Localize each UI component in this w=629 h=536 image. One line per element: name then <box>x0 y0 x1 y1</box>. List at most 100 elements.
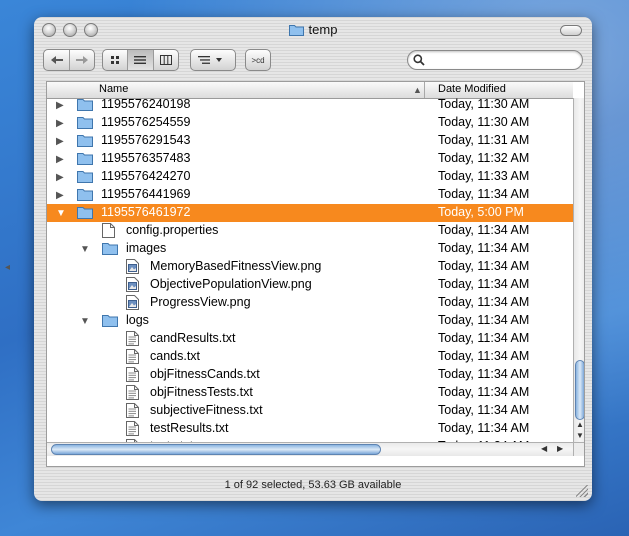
scroll-left-arrow-icon[interactable]: ◀ <box>541 444 547 453</box>
file-row[interactable]: objFitnessCands.txt Today, 11:34 AM <box>47 366 573 384</box>
column-view-button[interactable] <box>154 50 178 70</box>
folder-icon <box>77 98 93 114</box>
folder-row[interactable]: ▼ images Today, 11:34 AM <box>47 240 573 258</box>
file-list: Name ▲ Date Modified ▶ 1195576240198 Today… <box>46 81 585 467</box>
toolbar: >cd <box>34 45 592 81</box>
folder-row[interactable]: ▼ logs Today, 11:34 AM <box>47 312 573 330</box>
file-rows: ▶ 1195576240198 Today, 11:30 AM ▶ 1195576254… <box>47 98 573 442</box>
back-forward-control <box>43 49 95 71</box>
search-field[interactable] <box>407 50 583 70</box>
column-divider[interactable] <box>424 82 425 98</box>
terminal-cd-label: >cd <box>251 55 265 65</box>
file-row[interactable]: cands.txt Today, 11:34 AM <box>47 348 573 366</box>
folder-icon <box>77 133 93 150</box>
item-date-modified: Today, 11:32 AM <box>438 151 530 165</box>
folder-row[interactable]: ▶ 1195576254559 Today, 11:30 AM <box>47 114 573 132</box>
window-edge-handle-icon: ◂ <box>5 262 11 273</box>
search-icon <box>413 54 425 66</box>
file-row[interactable]: candResults.txt Today, 11:34 AM <box>47 330 573 348</box>
disclosure-expanded-icon[interactable]: ▼ <box>80 316 90 327</box>
disclosure-collapsed-icon[interactable]: ▶ <box>56 172 64 183</box>
item-name: 1195576254559 <box>101 115 191 129</box>
column-header-name[interactable]: Name <box>99 83 128 95</box>
horizontal-scrollbar[interactable]: ◀ ▶ <box>47 442 573 456</box>
icon-view-button[interactable] <box>103 50 129 70</box>
action-menu-icon <box>198 56 222 64</box>
folder-row[interactable]: ▶ 1195576291543 Today, 11:31 AM <box>47 132 573 150</box>
image-file-icon <box>126 295 139 313</box>
disclosure-expanded-icon[interactable]: ▼ <box>80 244 90 255</box>
text-file-icon <box>126 403 139 421</box>
item-date-modified: Today, 11:34 AM <box>438 313 530 327</box>
item-date-modified: Today, 11:30 AM <box>438 115 530 129</box>
disclosure-collapsed-icon[interactable]: ▶ <box>56 136 64 147</box>
folder-icon <box>77 169 93 186</box>
folder-row[interactable]: ▶ 1195576240198 Today, 11:30 AM <box>47 98 573 114</box>
vertical-scrollbar[interactable]: ▲ ▼ <box>573 98 584 442</box>
item-date-modified: Today, 11:34 AM <box>438 187 530 201</box>
file-row[interactable]: MemoryBasedFitnessView.png Today, 11:34 A… <box>47 258 573 276</box>
terminal-cd-button[interactable]: >cd <box>245 49 271 71</box>
action-menu-button[interactable] <box>190 49 236 71</box>
item-name: cands.txt <box>150 349 201 363</box>
item-date-modified: Today, 11:34 AM <box>438 295 530 309</box>
item-date-modified: Today, 11:34 AM <box>438 385 530 399</box>
text-file-icon <box>126 367 139 385</box>
scrollbar-corner <box>573 442 584 456</box>
scroll-up-arrow-icon[interactable]: ▲ <box>575 420 584 429</box>
disclosure-expanded-icon[interactable]: ▼ <box>56 208 66 219</box>
status-text: 1 of 92 selected, 53.63 GB available <box>224 479 402 491</box>
item-date-modified: Today, 11:33 AM <box>438 169 530 183</box>
scroll-down-arrow-icon[interactable]: ▼ <box>575 431 584 440</box>
disclosure-collapsed-icon[interactable]: ▶ <box>56 118 64 129</box>
item-date-modified: Today, 11:34 AM <box>438 421 530 435</box>
back-button[interactable] <box>44 50 71 70</box>
folder-icon <box>77 187 93 204</box>
file-row[interactable]: ProgressView.png Today, 11:34 AM <box>47 294 573 312</box>
toolbar-toggle-button[interactable] <box>560 25 582 36</box>
back-arrow-icon <box>50 56 63 64</box>
folder-icon <box>77 205 93 222</box>
item-date-modified: Today, 11:34 AM <box>438 223 530 237</box>
window-title: temp <box>34 22 592 37</box>
item-date-modified: Today, 11:30 AM <box>438 98 530 111</box>
list-view-button[interactable] <box>128 50 154 70</box>
resize-grip-icon[interactable] <box>576 485 588 497</box>
file-row[interactable]: config.properties Today, 11:34 AM <box>47 222 573 240</box>
document-icon <box>102 223 115 241</box>
folder-row[interactable]: ▼ 1195576461972 Today, 5:00 PM <box>47 204 573 222</box>
folder-row[interactable]: ▶ 1195576441969 Today, 11:34 AM <box>47 186 573 204</box>
forward-arrow-icon <box>76 56 89 64</box>
file-row[interactable]: testResults.txt Today, 11:34 AM <box>47 420 573 438</box>
item-name: subjectiveFitness.txt <box>150 403 263 417</box>
disclosure-collapsed-icon[interactable]: ▶ <box>56 190 64 201</box>
item-name: ProgressView.png <box>150 295 251 309</box>
horizontal-scroll-thumb[interactable] <box>51 444 381 455</box>
list-view-icon <box>134 56 147 64</box>
item-date-modified: Today, 11:34 AM <box>438 403 530 417</box>
file-row[interactable]: subjectiveFitness.txt Today, 11:34 AM <box>47 402 573 420</box>
scroll-right-arrow-icon[interactable]: ▶ <box>557 444 563 453</box>
disclosure-collapsed-icon[interactable]: ▶ <box>56 154 64 165</box>
file-row[interactable]: ObjectivePopulationView.png Today, 11:34 … <box>47 276 573 294</box>
sort-ascending-icon: ▲ <box>413 85 422 95</box>
folder-row[interactable]: ▶ 1195576357483 Today, 11:32 AM <box>47 150 573 168</box>
item-name: 1195576240198 <box>101 98 191 111</box>
item-name: objFitnessCands.txt <box>150 367 260 381</box>
item-name: candResults.txt <box>150 331 236 345</box>
item-name: ObjectivePopulationView.png <box>150 277 312 291</box>
disclosure-collapsed-icon[interactable]: ▶ <box>56 100 64 111</box>
text-file-icon <box>126 421 139 439</box>
vertical-scroll-thumb[interactable] <box>575 360 584 420</box>
item-name: 1195576461972 <box>101 205 191 219</box>
column-header: Name ▲ Date Modified <box>47 82 573 99</box>
search-input[interactable] <box>428 52 582 70</box>
forward-button[interactable] <box>70 50 94 70</box>
file-row[interactable]: objFitnessTests.txt Today, 11:34 AM <box>47 384 573 402</box>
item-date-modified: Today, 11:34 AM <box>438 367 530 381</box>
folder-row[interactable]: ▶ 1195576424270 Today, 11:33 AM <box>47 168 573 186</box>
item-name: 1195576291543 <box>101 133 191 147</box>
title-bar[interactable]: temp <box>34 17 592 45</box>
item-date-modified: Today, 5:00 PM <box>438 205 524 219</box>
column-header-date[interactable]: Date Modified <box>438 83 506 95</box>
